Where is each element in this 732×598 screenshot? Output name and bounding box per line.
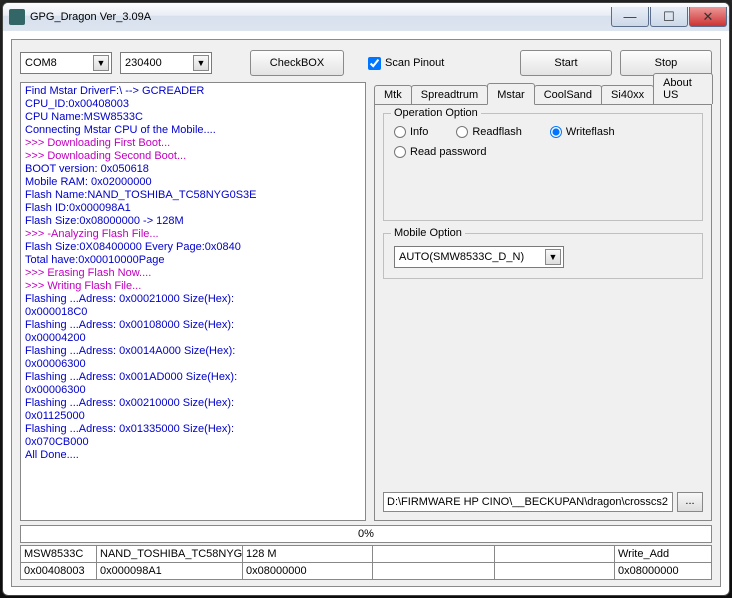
checkbox-button[interactable]: CheckBOX (250, 50, 344, 76)
tab-mtk[interactable]: Mtk (374, 85, 412, 104)
radio-readflash[interactable]: Readflash (456, 126, 522, 138)
mobile-option-select[interactable]: AUTO(SMW8533C_D_N) ▼ (394, 246, 564, 268)
tab-about[interactable]: About US (653, 73, 713, 104)
com-port-value: COM8 (25, 57, 93, 69)
mobile-option-group: Mobile Option AUTO(SMW8533C_D_N) ▼ (383, 233, 703, 279)
progress-bar: 0% (20, 525, 712, 543)
baud-rate-select[interactable]: 230400 ▼ (120, 52, 212, 74)
close-button[interactable]: ✕ (689, 7, 727, 27)
radio-info[interactable]: Info (394, 126, 428, 138)
table-row: 0x004080030x000098A10x08000000 0x0800000… (21, 563, 712, 580)
log-output: Find Mstar DriverF:\ --> GCREADER CPU_ID… (20, 82, 366, 521)
maximize-button[interactable]: ☐ (650, 7, 688, 27)
group-title: Operation Option (391, 107, 481, 119)
chevron-down-icon: ▼ (545, 249, 561, 265)
start-button[interactable]: Start (520, 50, 612, 76)
firmware-path-input[interactable] (383, 492, 673, 512)
app-window: GPG_Dragon Ver_3.09A — ☐ ✕ COM8 ▼ 230400… (2, 2, 730, 596)
scan-pinout-label: Scan Pinout (385, 57, 444, 69)
com-port-select[interactable]: COM8 ▼ (20, 52, 112, 74)
chevron-down-icon: ▼ (93, 55, 109, 71)
app-icon (9, 9, 25, 25)
tab-spreadtrum[interactable]: Spreadtrum (411, 85, 488, 104)
radio-readpassword[interactable]: Read password (394, 146, 486, 158)
chevron-down-icon: ▼ (193, 55, 209, 71)
tab-si40xx[interactable]: Si40xx (601, 85, 654, 104)
baud-rate-value: 230400 (125, 57, 193, 69)
tab-bar: Mtk Spreadtrum Mstar CoolSand Si40xx Abo… (374, 82, 712, 104)
table-row: MSW8533CNAND_TOSHIBA_TC58NYG128 M Write_… (21, 546, 712, 563)
browse-button[interactable]: ... (677, 492, 703, 512)
group-title: Mobile Option (391, 227, 465, 239)
titlebar[interactable]: GPG_Dragon Ver_3.09A — ☐ ✕ (3, 3, 729, 31)
info-table: MSW8533CNAND_TOSHIBA_TC58NYG128 M Write_… (20, 545, 712, 580)
tab-coolsand[interactable]: CoolSand (534, 85, 602, 104)
radio-writeflash[interactable]: Writeflash (550, 126, 615, 138)
window-title: GPG_Dragon Ver_3.09A (30, 11, 611, 23)
mobile-option-value: AUTO(SMW8533C_D_N) (399, 251, 545, 263)
tab-panel: Operation Option Info Readflash Writefla… (374, 104, 712, 521)
tab-mstar[interactable]: Mstar (487, 83, 535, 105)
minimize-button[interactable]: — (611, 7, 649, 27)
scan-pinout-checkbox[interactable] (368, 57, 381, 70)
operation-option-group: Operation Option Info Readflash Writefla… (383, 113, 703, 221)
